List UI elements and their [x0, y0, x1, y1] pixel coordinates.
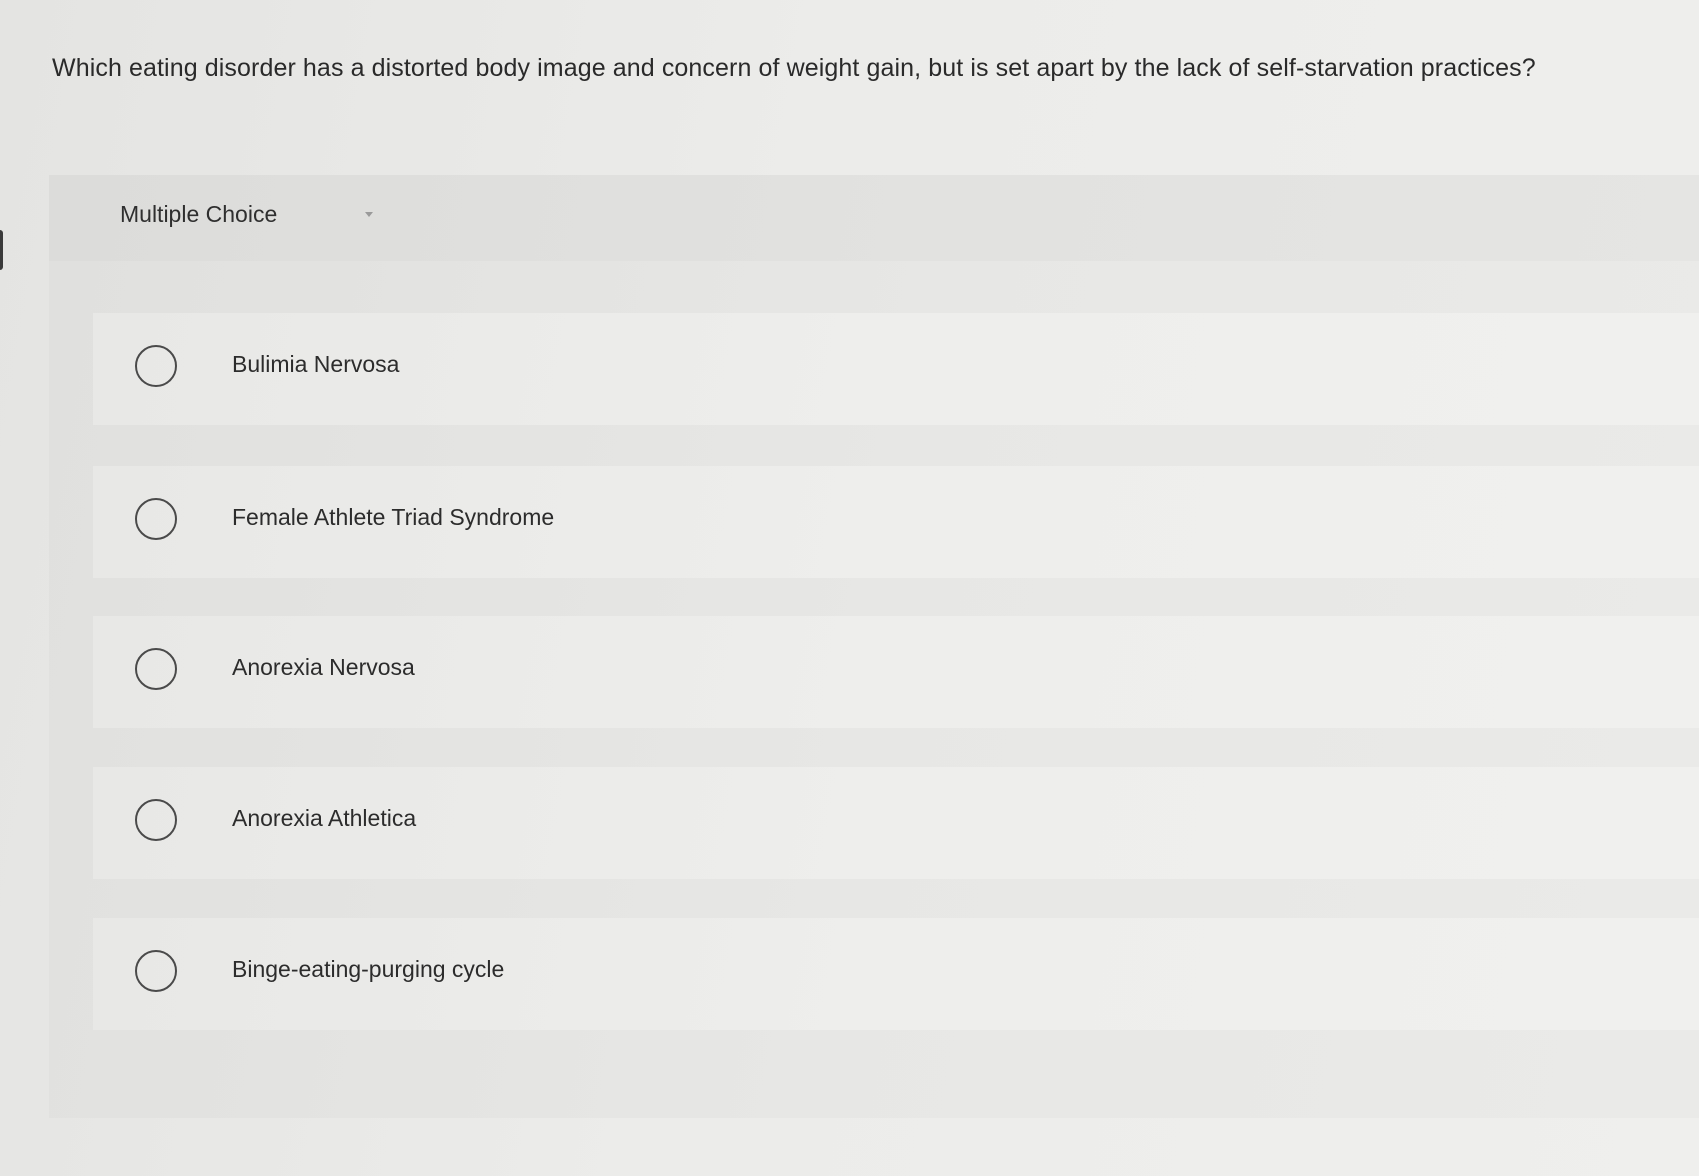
answer-option-anorexia-nervosa[interactable]: Anorexia Nervosa [93, 616, 1699, 728]
answer-option-anorexia-athletica[interactable]: Anorexia Athletica [93, 767, 1699, 879]
question-text: Which eating disorder has a distorted bo… [52, 54, 1536, 82]
screen-edge-marker [0, 230, 3, 270]
multiple-choice-header[interactable]: Multiple Choice [49, 175, 1699, 261]
multiple-choice-label: Multiple Choice [120, 201, 278, 227]
answer-option-female-athlete-triad-syndrome[interactable]: Female Athlete Triad Syndrome [93, 466, 1699, 578]
answer-option-label: Female Athlete Triad Syndrome [232, 504, 555, 530]
answer-option-binge-eating-purging-cycle[interactable]: Binge-eating-purging cycle [93, 918, 1699, 1030]
answer-option-label: Binge-eating-purging cycle [232, 956, 505, 982]
answer-option-label: Anorexia Nervosa [232, 654, 415, 680]
answer-option-label: Anorexia Athletica [232, 805, 417, 831]
radio-button-icon[interactable] [135, 498, 177, 540]
radio-button-icon[interactable] [135, 345, 177, 387]
radio-button-icon[interactable] [135, 950, 177, 992]
answer-option-label: Bulimia Nervosa [232, 351, 400, 377]
answer-option-bulimia-nervosa[interactable]: Bulimia Nervosa [93, 313, 1699, 425]
radio-button-icon[interactable] [135, 648, 177, 690]
chevron-down-icon[interactable] [365, 212, 373, 217]
radio-button-icon[interactable] [135, 799, 177, 841]
multiple-choice-panel: Multiple Choice Bulimia Nervosa Female A… [49, 175, 1699, 1118]
